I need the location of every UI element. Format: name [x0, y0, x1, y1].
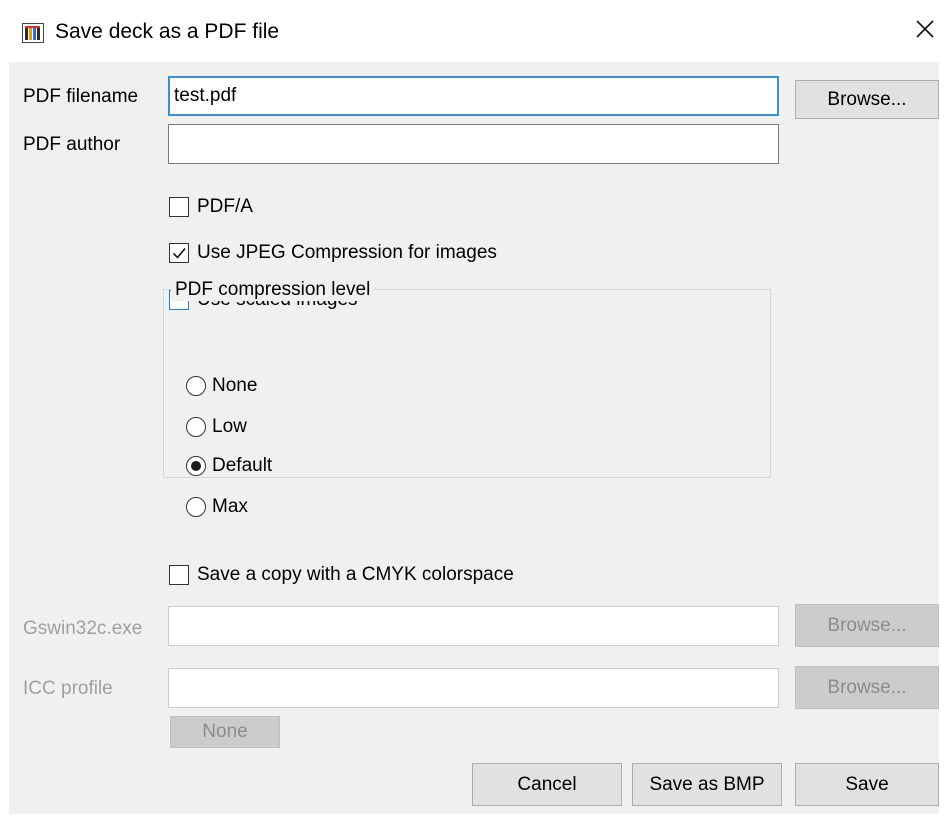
- gswin-path-field[interactable]: [168, 606, 779, 646]
- jpeg-compression-checkbox-box[interactable]: [169, 243, 189, 263]
- pdfa-checkbox-box[interactable]: [169, 197, 189, 217]
- compression-option-max[interactable]: Max: [186, 494, 248, 520]
- window-title: Save deck as a PDF file: [55, 20, 280, 43]
- compression-none-label: None: [212, 375, 258, 396]
- close-button[interactable]: [902, 12, 948, 52]
- window-bottom-border: [0, 814, 948, 820]
- compression-option-default[interactable]: Default: [186, 453, 272, 479]
- app-icon: [22, 23, 44, 43]
- close-icon: [916, 20, 934, 44]
- save-button[interactable]: Save: [795, 763, 939, 806]
- compression-max-label: Max: [212, 496, 248, 517]
- compression-default-label: Default: [212, 455, 273, 476]
- compression-low-radio[interactable]: [186, 417, 206, 437]
- compression-option-low[interactable]: Low: [186, 414, 247, 440]
- pdfa-checkbox-label: PDF/A: [197, 196, 253, 217]
- compression-low-label: Low: [212, 416, 247, 437]
- icc-profile-field[interactable]: [168, 668, 779, 708]
- save-as-bmp-button[interactable]: Save as BMP: [632, 763, 782, 806]
- gswin-browse-button[interactable]: Browse...: [795, 604, 939, 647]
- icc-browse-button[interactable]: Browse...: [795, 666, 939, 709]
- pdfa-checkbox[interactable]: PDF/A: [169, 194, 253, 220]
- pdf-filename-browse-button[interactable]: Browse...: [795, 80, 939, 119]
- gswin-label: Gswin32c.exe: [23, 618, 143, 639]
- compression-level-legend: PDF compression level: [171, 279, 375, 301]
- jpeg-compression-checkbox[interactable]: Use JPEG Compression for images: [169, 240, 497, 266]
- cmyk-checkbox-label: Save a copy with a CMYK colorspace: [197, 564, 514, 585]
- pdf-filename-field[interactable]: test.pdf: [168, 76, 779, 116]
- cancel-button[interactable]: Cancel: [472, 763, 622, 806]
- icc-profile-label: ICC profile: [23, 678, 113, 699]
- pdf-author-field[interactable]: [168, 124, 779, 164]
- jpeg-compression-checkbox-label: Use JPEG Compression for images: [197, 242, 497, 263]
- pdf-filename-value: test.pdf: [174, 85, 237, 106]
- pdf-author-label: PDF author: [23, 134, 121, 155]
- title-bar: Save deck as a PDF file: [0, 0, 948, 62]
- compression-default-radio[interactable]: [186, 456, 206, 476]
- checkmark-icon: [172, 247, 186, 259]
- compression-option-none[interactable]: None: [186, 373, 257, 399]
- pdf-filename-label: PDF filename: [23, 86, 139, 107]
- compression-none-radio[interactable]: [186, 376, 206, 396]
- icc-none-button[interactable]: None: [170, 716, 280, 748]
- cmyk-checkbox-box[interactable]: [169, 565, 189, 585]
- cmyk-checkbox[interactable]: Save a copy with a CMYK colorspace: [169, 562, 514, 588]
- compression-max-radio[interactable]: [186, 497, 206, 517]
